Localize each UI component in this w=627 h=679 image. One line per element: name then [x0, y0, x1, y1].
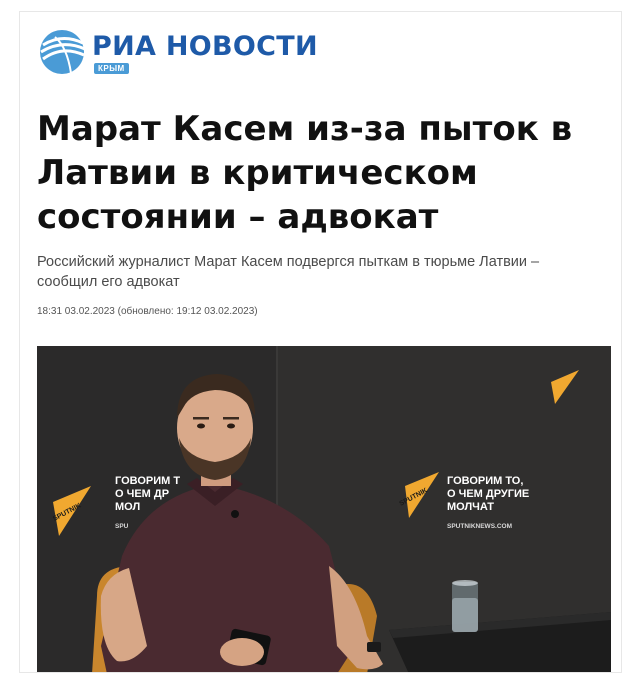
backdrop-url: SPUTNIKNEWS.COM: [447, 523, 512, 530]
article-card: РИА НОВОСТИ КРЫМ Марат Касем из-за пыток…: [19, 11, 622, 673]
wristwatch: [367, 642, 381, 652]
left-slogan-line-3: МОЛ: [115, 501, 140, 513]
article-timestamp: 18:31 03.02.2023 (обновлено: 19:12 03.02…: [37, 306, 258, 317]
left-url: SPU: [115, 523, 129, 530]
left-slogan-line-1: ГОВОРИМ Т: [115, 475, 180, 487]
backdrop-slogan-line-1: ГОВОРИМ ТО,: [447, 475, 523, 487]
left-slogan-line-2: О ЧЕМ ДР: [115, 488, 169, 500]
ria-globe-icon: [40, 30, 86, 74]
photo-illustration: SPUTNIK ГОВОРИМ ТО, О ЧЕМ ДРУГИЕ МОЛЧАТ …: [37, 346, 611, 672]
backdrop-slogan-line-2: О ЧЕМ ДРУГИЕ: [447, 488, 529, 500]
water-glass: [452, 580, 478, 632]
article-subtitle: Российский журналист Марат Касем подверг…: [37, 254, 540, 290]
article-photo[interactable]: SPUTNIK ГОВОРИМ ТО, О ЧЕМ ДРУГИЕ МОЛЧАТ …: [37, 346, 611, 672]
backdrop-slogan-line-3: МОЛЧАТ: [447, 501, 494, 513]
site-logo[interactable]: РИА НОВОСТИ КРЫМ: [37, 25, 337, 77]
brand-name: РИА НОВОСТИ: [92, 31, 318, 62]
region-badge: КРЫМ: [94, 63, 129, 74]
article-headline: Марат Касем из-за пыток в Латвии в крити…: [37, 109, 573, 237]
